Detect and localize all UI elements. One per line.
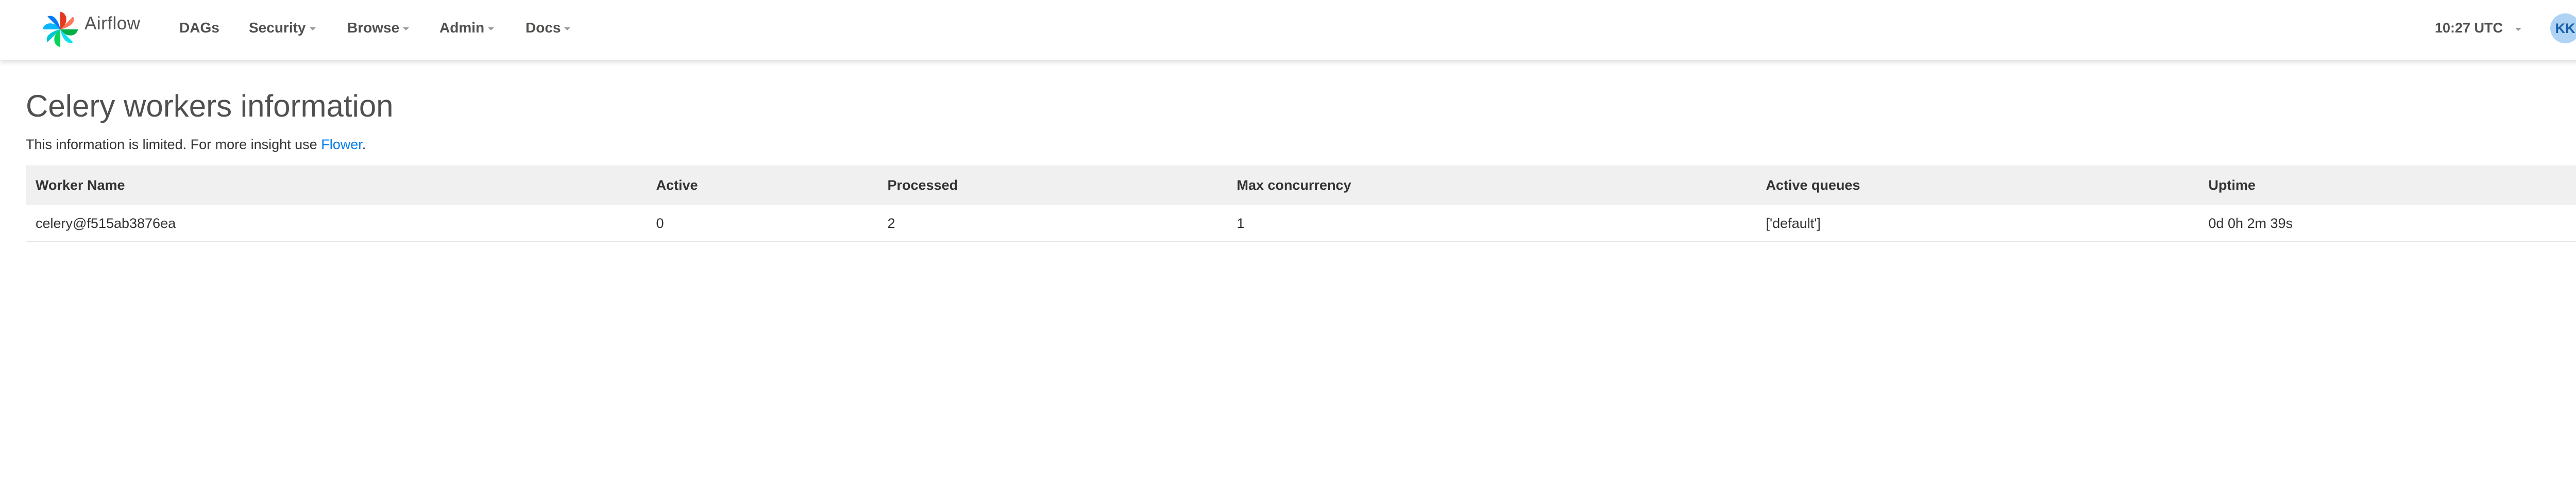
brand-link[interactable]: Airflow — [40, 6, 141, 53]
info-prefix: This information is limited. For more in… — [26, 137, 321, 152]
airflow-logo-icon — [42, 11, 78, 47]
chevron-down-icon — [564, 27, 571, 30]
user-initials: KK — [2555, 20, 2575, 36]
chevron-down-icon — [2515, 27, 2522, 31]
chevron-down-icon — [488, 27, 495, 30]
navbar: Airflow DAGs Security Browse Admin Docs … — [0, 0, 2576, 60]
info-suffix: . — [362, 137, 366, 152]
workers-table: Worker Name Active Processed Max concurr… — [26, 166, 2576, 242]
nav-dags-label: DAGs — [179, 20, 219, 36]
column-header-active[interactable]: Active — [647, 166, 878, 205]
nav-browse-label: Browse — [347, 20, 400, 36]
cell-max-concurrency: 1 — [1227, 205, 1757, 242]
clock-time: 10:27 UTC — [2435, 20, 2503, 36]
nav-dags[interactable]: DAGs — [179, 20, 219, 36]
cell-processed: 2 — [878, 205, 1228, 242]
cell-worker-name: celery@f515ab3876ea — [26, 205, 647, 242]
nav-security-label: Security — [249, 20, 306, 36]
chevron-down-icon — [309, 27, 316, 30]
page-title: Celery workers information — [26, 89, 394, 123]
cell-active-queues: ['default'] — [1756, 205, 2199, 242]
nav-security[interactable]: Security — [249, 20, 316, 36]
cell-active: 0 — [647, 205, 878, 242]
nav-admin[interactable]: Admin — [439, 20, 495, 36]
brand-name: Airflow — [84, 13, 141, 34]
table-row: celery@f515ab3876ea 0 2 1 ['default'] 0d… — [26, 205, 2576, 242]
cell-uptime: 0d 0h 2m 39s — [2199, 205, 2576, 242]
column-header-uptime[interactable]: Uptime — [2199, 166, 2576, 205]
nav-docs-label: Docs — [526, 20, 561, 36]
table-header-row: Worker Name Active Processed Max concurr… — [26, 166, 2576, 205]
chevron-down-icon — [403, 27, 410, 30]
clock-dropdown[interactable]: 10:27 UTC — [2435, 20, 2522, 36]
column-header-active-queues[interactable]: Active queues — [1756, 166, 2199, 205]
column-header-worker-name[interactable]: Worker Name — [26, 166, 647, 205]
avatar: KK — [2550, 13, 2576, 43]
nav-docs[interactable]: Docs — [526, 20, 571, 36]
nav-browse[interactable]: Browse — [347, 20, 410, 36]
user-menu[interactable]: KK — [2550, 13, 2576, 43]
nav-admin-label: Admin — [439, 20, 485, 36]
info-text: This information is limited. For more in… — [26, 137, 366, 153]
column-header-processed[interactable]: Processed — [878, 166, 1228, 205]
flower-link[interactable]: Flower — [321, 137, 362, 152]
column-header-max-concurrency[interactable]: Max concurrency — [1227, 166, 1757, 205]
